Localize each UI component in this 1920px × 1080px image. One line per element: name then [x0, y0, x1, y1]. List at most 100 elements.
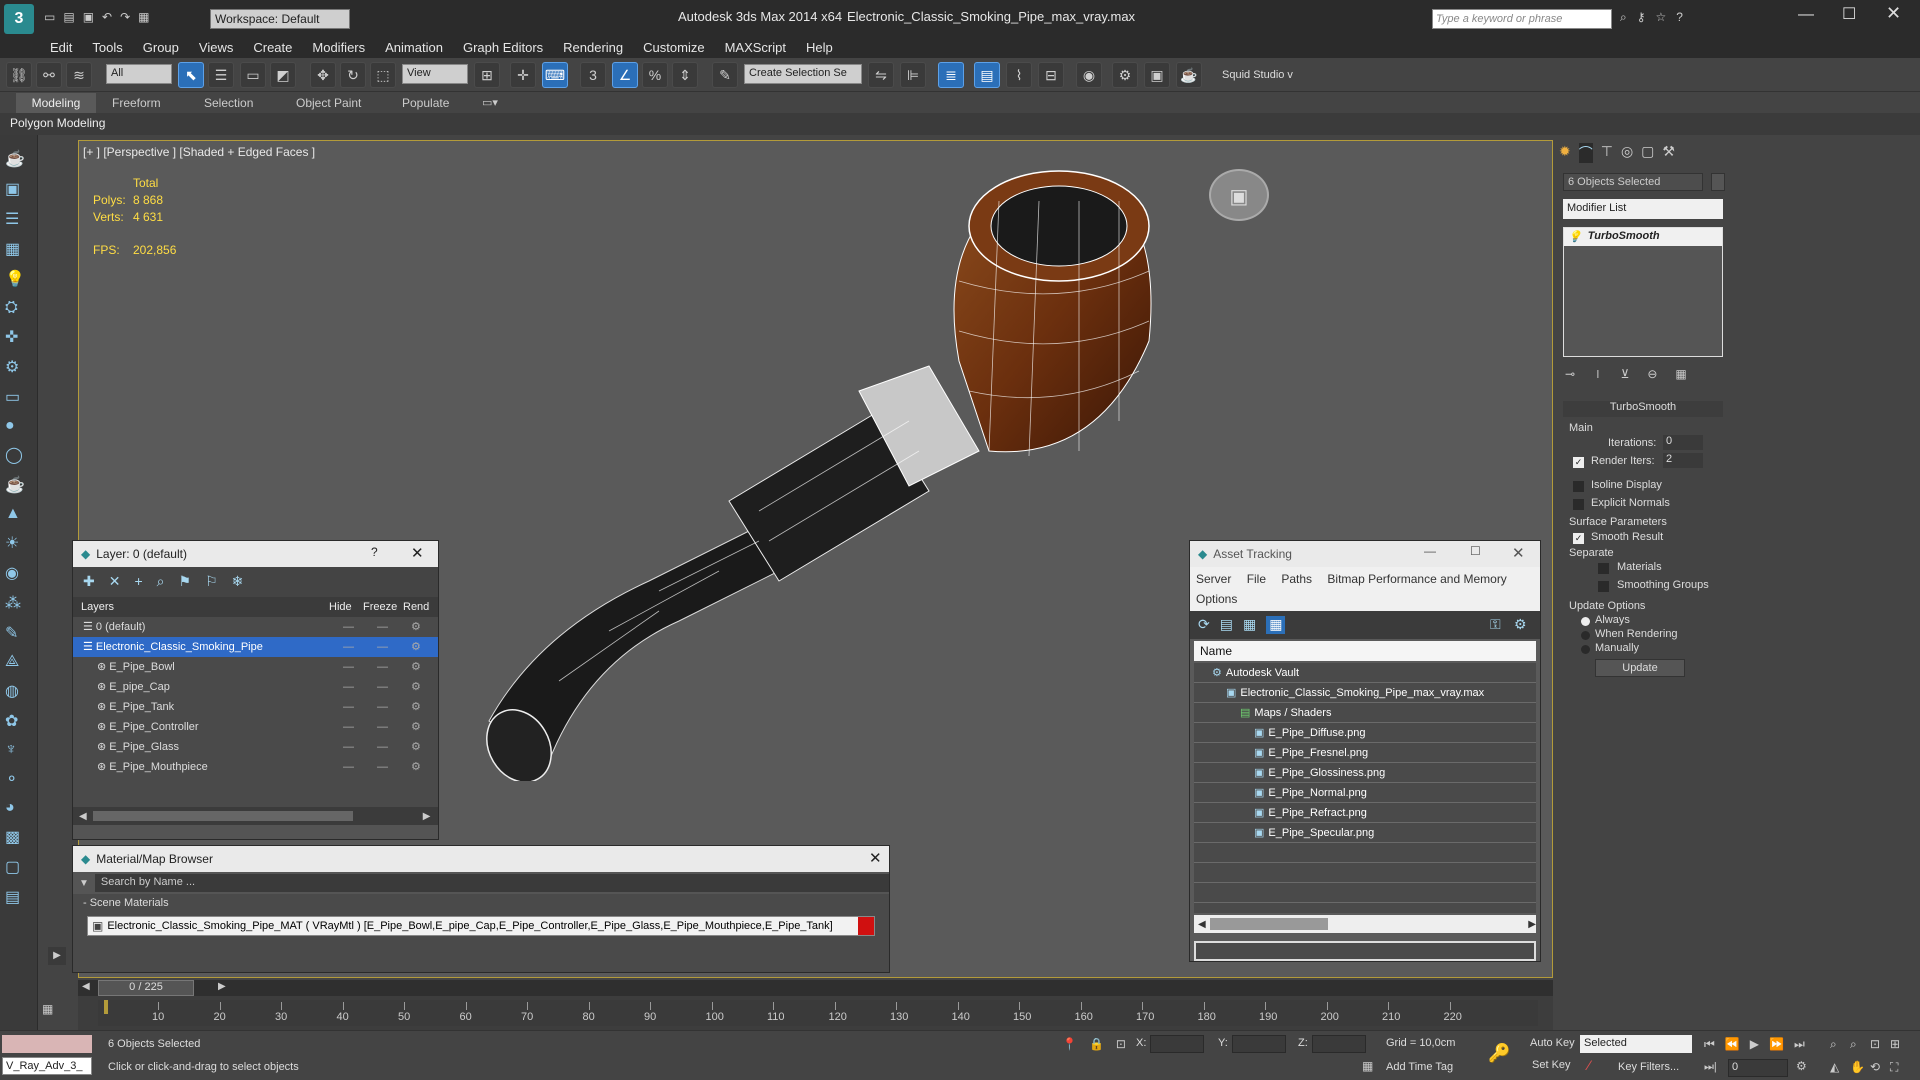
material-browser-close-button[interactable]: ✕ — [869, 849, 882, 867]
pivot-center-icon[interactable]: ⊞ — [474, 62, 500, 88]
material-editor-icon[interactable]: ◉ — [1076, 62, 1102, 88]
world-icon[interactable]: ◕ — [5, 799, 25, 817]
render-toggle[interactable]: ⚙ — [411, 757, 421, 777]
asset-scroll-left-icon[interactable]: ◀ — [1194, 919, 1210, 930]
modifier-list-dropdown[interactable]: Modifier List — [1563, 199, 1723, 219]
asset-maximize-button[interactable]: ☐ — [1470, 544, 1481, 558]
tab-populate[interactable]: Populate — [402, 96, 449, 110]
freeze-toggle[interactable]: — — [377, 677, 388, 697]
menu-group[interactable]: Group — [133, 38, 189, 57]
layer-row[interactable]: ⊛ E_Pipe_Glass — — ⚙ — [73, 737, 438, 757]
freeze-toggle[interactable]: — — [377, 757, 388, 777]
viewport-label[interactable]: [+ ] [Perspective ] [Shaded + Edged Face… — [83, 145, 315, 159]
always-radio[interactable] — [1581, 617, 1590, 626]
layer-row[interactable]: ☰ Electronic_Classic_Smoking_Pipe — — ⚙ — [73, 637, 438, 657]
hide-toggle[interactable]: — — [343, 757, 354, 777]
list-icon[interactable]: ☰ — [5, 209, 25, 229]
highlight-layer-icon[interactable]: ⚑ — [179, 573, 192, 591]
hierarchy-icon[interactable]: ⟁ — [5, 653, 25, 671]
menu-animation[interactable]: Animation — [375, 38, 453, 57]
prev-frame-icon[interactable]: ◀ — [82, 981, 90, 992]
manually-radio[interactable] — [1581, 645, 1590, 654]
pin-stack-icon[interactable]: ⊸ — [1565, 367, 1575, 382]
spinner-snap-icon[interactable]: ⇕ — [672, 62, 698, 88]
freeze-toggle[interactable]: — — [377, 617, 388, 637]
menu-tools[interactable]: Tools — [82, 38, 132, 57]
tab-freeform[interactable]: Freeform — [112, 96, 161, 110]
asset-name-header[interactable]: Name — [1194, 641, 1536, 661]
field-of-view-icon[interactable]: ◭ — [1830, 1060, 1850, 1075]
go-to-start-icon[interactable]: ⏮ — [1704, 1037, 1715, 1052]
previous-key-icon[interactable]: ⏪ — [1725, 1037, 1740, 1052]
render-production-icon[interactable]: ☕ — [1176, 62, 1202, 88]
maximize-viewport-icon[interactable]: ⛶ — [1890, 1060, 1910, 1075]
select-by-name-icon[interactable]: ☰ — [208, 62, 234, 88]
app-logo-icon[interactable]: 3 — [4, 4, 34, 34]
asset-menu-server[interactable]: Server — [1196, 572, 1231, 586]
zoom-all-icon[interactable]: ⌕ — [1850, 1037, 1870, 1052]
time-tag-icon[interactable]: ▦ — [1362, 1059, 1373, 1073]
keyboard-shortcut-override-icon[interactable]: ⌨ — [542, 62, 568, 88]
polygon-modeling-tab[interactable]: Polygon Modeling — [10, 116, 105, 130]
menu-customize[interactable]: Customize — [633, 38, 714, 57]
project-folder-icon[interactable]: ▦ — [138, 10, 149, 24]
add-to-layer-icon[interactable]: + — [134, 573, 142, 591]
maximize-button[interactable]: ☐ — [1842, 4, 1856, 24]
menu-views[interactable]: Views — [189, 38, 243, 57]
key-icon[interactable]: ⚷ — [1637, 10, 1646, 25]
schematic-view-icon[interactable]: ⊟ — [1038, 62, 1064, 88]
selection-lock-icon[interactable]: 🔒 — [1089, 1037, 1104, 1051]
smooth-result-checkbox[interactable]: ✓ — [1573, 533, 1584, 544]
freeze-toggle[interactable]: — — [377, 717, 388, 737]
render-iters-checkbox[interactable]: ✓ — [1573, 457, 1584, 468]
asset-close-button[interactable]: ✕ — [1512, 544, 1525, 562]
tab-selection[interactable]: Selection — [204, 96, 253, 110]
menu-create[interactable]: Create — [243, 38, 302, 57]
squid-studio-label[interactable]: Squid Studio v — [1222, 69, 1293, 81]
track-view-icon[interactable]: ▦ — [42, 1002, 72, 1022]
iterations-spinner[interactable]: 0 — [1663, 435, 1703, 450]
bind-space-warp-icon[interactable]: ≋ — [66, 62, 92, 88]
explicit-normals-checkbox[interactable] — [1573, 499, 1584, 510]
hide-toggle[interactable]: — — [343, 677, 354, 697]
menu-modifiers[interactable]: Modifiers — [302, 38, 375, 57]
hide-toggle[interactable]: — — [343, 737, 354, 757]
viewcube-icon[interactable]: ▣ — [1209, 169, 1269, 221]
update-button[interactable]: Update — [1595, 659, 1685, 677]
next-frame-icon[interactable]: ▶ — [218, 981, 226, 992]
render-toggle[interactable]: ⚙ — [411, 697, 421, 717]
manipulate-icon[interactable]: ✛ — [510, 62, 536, 88]
refresh-icon[interactable]: ⟳ — [1198, 616, 1210, 634]
particle-icon[interactable]: ⁂ — [5, 593, 25, 613]
col-layers[interactable]: Layers — [73, 597, 329, 617]
vault-login-icon[interactable]: ⚿ — [1490, 616, 1501, 633]
select-in-layer-icon[interactable]: ⌕ — [157, 573, 165, 591]
asset-row[interactable]: ⚙ Autodesk Vault — [1194, 663, 1536, 683]
stack-item-turbosmooth[interactable]: 💡 TurboSmooth — [1564, 228, 1722, 246]
frame-icon[interactable]: ▢ — [5, 857, 25, 877]
layer-manager-icon[interactable]: ≣ — [938, 62, 964, 88]
utilities-tab-icon[interactable]: ⚒ — [1662, 143, 1675, 163]
freeze-toggle[interactable]: — — [377, 637, 388, 657]
asset-row[interactable]: ▣ Electronic_Classic_Smoking_Pipe_max_vra… — [1194, 683, 1536, 703]
asset-row[interactable]: ▤ Maps / Shaders — [1194, 703, 1536, 723]
select-object-icon[interactable]: ⬉ — [178, 62, 204, 88]
zoom-extents-all-icon[interactable]: ⊞ — [1890, 1037, 1910, 1052]
turbosmooth-rollout-header[interactable]: TurboSmooth — [1563, 401, 1723, 417]
modify-tab-icon[interactable]: ⌒ — [1578, 143, 1593, 163]
asset-menu-paths[interactable]: Paths — [1281, 572, 1312, 586]
globe-icon[interactable]: ◍ — [5, 681, 25, 701]
expand-arrow-icon[interactable]: ▶ — [48, 947, 66, 965]
tab-object-paint[interactable]: Object Paint — [296, 96, 361, 110]
render-toggle[interactable]: ⚙ — [411, 677, 421, 697]
edit-named-selection-icon[interactable]: ✎ — [712, 62, 738, 88]
mirror-icon[interactable]: ⇋ — [868, 62, 894, 88]
teapot-primitive-icon[interactable]: ☕ — [5, 475, 25, 495]
rotate-icon[interactable]: ↻ — [340, 62, 366, 88]
star-icon[interactable]: ☆ — [1656, 10, 1667, 25]
render-toggle[interactable]: ⚙ — [411, 637, 421, 657]
auto-key-button[interactable]: Auto Key — [1530, 1037, 1575, 1049]
asset-row[interactable]: ▣ E_Pipe_Specular.png — [1194, 823, 1536, 843]
scene-material-row[interactable]: ▣ Electronic_Classic_Smoking_Pipe_MAT ( … — [87, 916, 875, 936]
paint-icon[interactable]: ✎ — [5, 623, 25, 643]
